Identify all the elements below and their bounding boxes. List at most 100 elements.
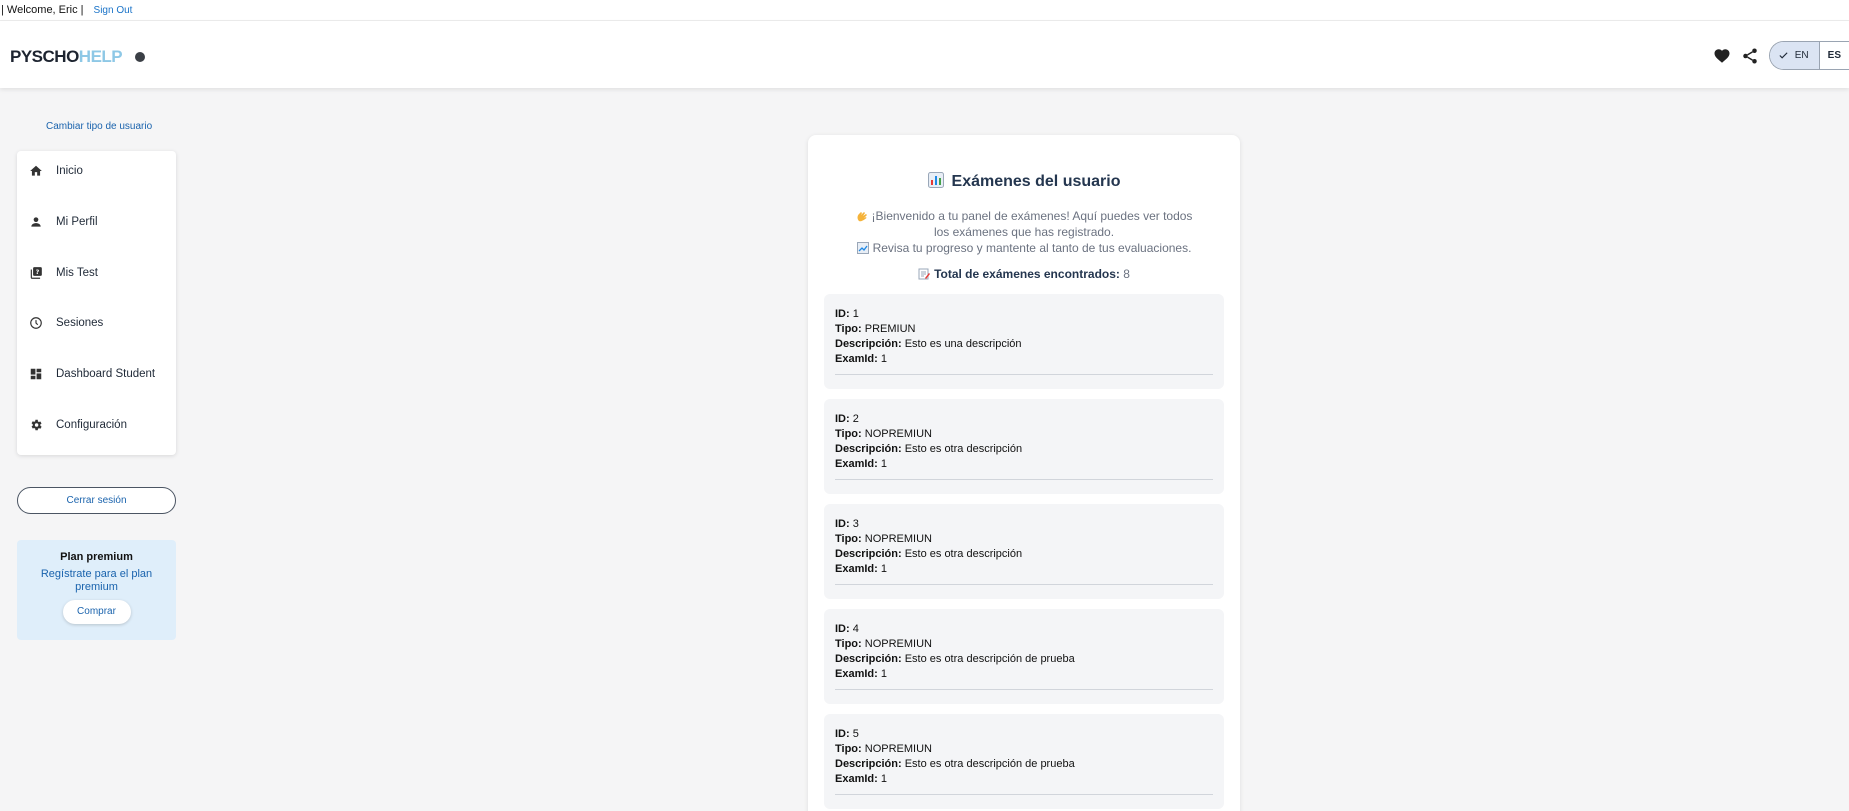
exam-descripcion-value: Esto es una descripción [904,338,1022,350]
premium-title: Plan premium [60,551,133,563]
lang-en-button[interactable]: EN [1769,42,1820,69]
trend-chart-icon [856,242,869,254]
sidebar-item-inicio[interactable]: Inicio [17,151,176,191]
exam-descripcion-value: Esto es otra descripción [904,443,1023,455]
exam-descripcion-row: Descripción: Esto es otra descripción [835,443,1022,455]
language-toggle: EN ES [1768,41,1849,70]
header-actions: EN ES [1713,41,1849,70]
lang-es-label: ES [1827,50,1841,61]
sidebar-item-mi-perfil[interactable]: Mi Perfil [17,202,176,242]
exam-examid-value: 1 [880,353,887,365]
logo-part-1: PYSCHO [10,47,79,66]
bar-chart-icon [927,172,944,188]
exam-id-value: 5 [852,728,859,740]
exam-examid-row: ExamId: 1 [835,353,887,365]
logout-button[interactable]: Cerrar sesión [17,487,176,514]
divider [835,584,1213,585]
memo-icon [918,268,931,280]
exam-examid-row: ExamId: 1 [835,563,887,575]
sidebar-item-label: Mi Perfil [56,216,98,228]
sidebar-item-label: Configuración [56,419,127,431]
exam-id-label: ID: [835,518,850,530]
exam-descripcion-label: Descripción: [835,548,902,560]
person-icon [31,217,41,227]
sidebar-item-label: Inicio [56,165,83,177]
exam-tipo-value: NOPREMIUN [864,638,932,650]
exam-id-label: ID: [835,623,850,635]
total-value: 8 [1123,267,1130,281]
sidebar-item-mis-test[interactable]: ? Mis Test [17,253,176,293]
heart-icon[interactable] [1713,47,1731,65]
divider [835,689,1213,690]
exam-descripcion-label: Descripción: [835,758,902,770]
exam-tipo-row: Tipo: NOPREMIUN [835,428,932,440]
sidebar-item-sesiones[interactable]: Sesiones [17,303,176,343]
share-icon[interactable] [1741,47,1759,65]
exam-tipo-value: NOPREMIUN [864,533,932,545]
divider [835,479,1213,480]
premium-card: Plan premium Regístrate para el plan pre… [17,540,176,640]
logo[interactable]: PYSCHO HELP [10,47,146,67]
welcome-text: | Welcome, Eric | [1,4,84,16]
sidebar-item-label: Mis Test [56,267,98,279]
svg-text:?: ? [36,268,40,276]
divider [835,794,1213,795]
sidebar-item-dashboard-student[interactable]: Dashboard Student [17,354,176,394]
exam-tipo-row: Tipo: NOPREMIUN [835,638,932,650]
exam-descripcion-row: Descripción: Esto es una descripción [835,338,1022,350]
exam-examid-value: 1 [880,668,887,680]
exam-examid-value: 1 [880,563,887,575]
exam-id-value: 4 [852,623,859,635]
quiz-icon: ? [30,267,42,279]
sidebar-item-label: Sesiones [56,317,104,329]
exam-id-value: 2 [852,413,859,425]
exam-tipo-label: Tipo: [835,428,862,440]
exam-descripcion-value: Esto es otra descripción de prueba [904,758,1075,770]
exam-tipo-value: NOPREMIUN [864,428,932,440]
dashboard-icon [30,368,42,380]
exam-tipo-label: Tipo: [835,533,862,545]
exam-id-value: 1 [852,308,859,320]
app-header: PYSCHO HELP EN ES [0,21,1849,88]
status-dot-icon [135,52,146,62]
exam-descripcion-label: Descripción: [835,653,902,665]
exam-id-row: ID: 2 [835,413,859,425]
lang-es-button[interactable]: ES [1819,42,1849,69]
premium-description[interactable]: Regístrate para el plan premium [17,568,176,594]
exam-item: ID: 3 Tipo: NOPREMIUN Descripción: Esto … [824,504,1224,599]
page-title: Exámenes del usuario [808,172,1240,191]
exam-descripcion-value: Esto es otra descripción de prueba [904,653,1075,665]
exam-descripcion-label: Descripción: [835,338,902,350]
sidebar-nav: Inicio Mi Perfil ? Mis Test Sesiones Das… [17,151,176,455]
exam-tipo-label: Tipo: [835,743,862,755]
exam-examid-value: 1 [880,458,887,470]
exam-examid-label: ExamId: [835,773,878,785]
exam-examid-label: ExamId: [835,668,878,680]
logo-part-2: HELP [78,47,123,66]
exam-examid-row: ExamId: 1 [835,668,887,680]
exam-descripcion-row: Descripción: Esto es otra descripción [835,548,1022,560]
exam-tipo-value: PREMIUN [864,323,916,335]
intro-line-1: ¡Bienvenido a tu panel de exámenes! Aquí… [871,209,1193,239]
exam-id-row: ID: 5 [835,728,859,740]
exam-descripcion-value: Esto es otra descripción [904,548,1023,560]
total-label: Total de exámenes encontrados: [934,267,1120,281]
exam-id-label: ID: [835,308,850,320]
clock-icon [30,317,42,329]
intro-text: ¡Bienvenido a tu panel de exámenes! Aquí… [848,208,1200,256]
exam-descripcion-row: Descripción: Esto es otra descripción de… [835,758,1075,770]
exam-tipo-label: Tipo: [835,323,862,335]
exam-id-row: ID: 4 [835,623,859,635]
buy-button[interactable]: Comprar [62,600,131,624]
exam-item: ID: 4 Tipo: NOPREMIUN Descripción: Esto … [824,609,1224,704]
change-user-type-link[interactable]: Cambiar tipo de usuario [46,121,152,132]
home-icon [30,165,42,176]
exam-examid-label: ExamId: [835,353,878,365]
lang-en-label: EN [1794,50,1809,61]
exam-examid-label: ExamId: [835,563,878,575]
exam-tipo-label: Tipo: [835,638,862,650]
exam-tipo-row: Tipo: NOPREMIUN [835,533,932,545]
sign-out-link[interactable]: Sign Out [94,5,133,16]
sidebar-item-configuracion[interactable]: Configuración [17,405,176,445]
exam-examid-value: 1 [880,773,887,785]
